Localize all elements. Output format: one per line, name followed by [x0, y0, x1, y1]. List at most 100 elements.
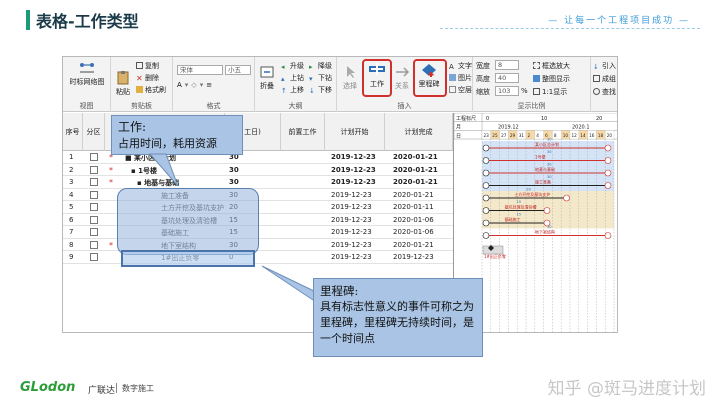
gantt-day-tick: 23: [484, 133, 490, 138]
gantt-end-node: [604, 144, 612, 152]
layer-icon: [449, 86, 456, 93]
fold-label: 折叠: [260, 82, 274, 90]
group-icon: [593, 75, 600, 82]
row-checkbox[interactable]: [90, 190, 98, 199]
network-diagram-icon: [80, 63, 94, 73]
col-header-no[interactable]: 序号: [63, 113, 83, 151]
gantt-milestone-label: 1#出正负零: [484, 253, 506, 259]
task-finish: 2020-01-21: [393, 153, 438, 161]
gantt-scale-tick: 10: [541, 116, 547, 122]
delete-button[interactable]: ✕ 删除: [136, 73, 159, 83]
slide-title: 表格-工作类型: [36, 12, 139, 31]
table-row[interactable]: 2 * ▪ 1号楼 30 2019-12-23 2020-01-21: [63, 164, 453, 176]
col-header-predecessor[interactable]: 前置工作: [281, 113, 325, 151]
fit-display-button[interactable]: 整图显示: [533, 74, 570, 84]
one-to-one-button[interactable]: 1:1显示: [533, 87, 567, 97]
row-checkbox[interactable]: [90, 240, 98, 249]
move-down-button[interactable]: ↓ 下移: [309, 85, 332, 95]
col-header-finish[interactable]: 计划完成: [385, 113, 453, 151]
gantt-end-node: [604, 157, 612, 164]
relation-button[interactable]: 关系: [393, 65, 411, 91]
task-finish: 2020-01-06: [393, 228, 434, 236]
gantt-row-label: 月: [456, 125, 461, 131]
import-button[interactable]: ↓ 引入: [593, 61, 616, 71]
insert-image-label: 图片: [458, 74, 472, 82]
gantt-bar-label: 地基与基础: [535, 166, 555, 172]
fold-button[interactable]: 折叠: [257, 65, 277, 91]
row-checkbox[interactable]: [90, 215, 98, 224]
font-size-select[interactable]: 小五: [225, 65, 251, 75]
task-duration: 30: [229, 178, 239, 186]
height-spinner[interactable]: 40: [495, 73, 519, 83]
gantt-bar-label: 1号楼: [535, 154, 546, 160]
work-callout-text: 占用时间，耗用资源: [118, 137, 217, 150]
font-name-select[interactable]: 宋体: [177, 65, 223, 75]
one-to-one-label: 1:1显示: [542, 88, 568, 96]
text-icon: A: [449, 63, 454, 71]
cursor-icon: [347, 66, 355, 78]
task-start: 2019-12-23: [331, 190, 372, 199]
row-checkbox[interactable]: [90, 203, 98, 211]
upgrade-button[interactable]: ◂ 升级: [281, 61, 304, 71]
row-number: 7: [69, 228, 74, 236]
frame-zoom-button[interactable]: 框选放大: [533, 61, 570, 71]
group-label-format: 格式: [206, 102, 221, 110]
move-up-button[interactable]: ↑ 上移: [281, 85, 304, 95]
text-style-buttons[interactable]: A▾◇▾≡: [177, 81, 215, 89]
row-checkbox[interactable]: [90, 228, 98, 236]
row-number: 2: [69, 165, 74, 174]
slogan: — 让每一个工程项目成功 —: [548, 16, 690, 26]
brand-subtitle: 数字施工: [122, 384, 154, 393]
task-name: ▪ 地基与基础: [137, 179, 180, 187]
format-brush-label: 格式刷: [145, 86, 166, 94]
downgrade-button[interactable]: ▸ 降级: [309, 61, 332, 71]
copy-icon: [136, 62, 143, 69]
paste-button[interactable]: 粘贴: [113, 71, 133, 97]
table-row[interactable]: 3 * ▪ 地基与基础 30 2019-12-23 2020-01-21: [63, 176, 453, 189]
format-brush-button[interactable]: 格式刷: [136, 85, 166, 95]
delete-label: 删除: [145, 74, 159, 82]
milestone-highlight-frame: [413, 59, 447, 97]
row-checkbox[interactable]: [90, 153, 98, 161]
gantt-bar-duration: 20: [526, 188, 531, 192]
ribbon-group-zoom: 宽度 8 高度 40 缩放 103 % 框选放大 整图显示 1:1显示 显示比例: [473, 57, 591, 112]
gantt-day-tick: 4: [536, 133, 539, 138]
drill-down-button[interactable]: ▾ 下钻: [309, 73, 332, 83]
row-number: 1: [69, 153, 74, 161]
zoom-unit: %: [521, 87, 528, 95]
col-header-zone[interactable]: 分区: [83, 113, 105, 151]
insert-text-button[interactable]: A 文字: [449, 61, 472, 71]
ribbon-group-format: 宋体 小五 A▾◇▾≡ 格式: [173, 57, 255, 112]
drill-up-button[interactable]: ▴ 上钻: [281, 73, 304, 83]
gantt-day-tick: 10: [563, 133, 569, 138]
gantt-bar-duration: 30: [547, 138, 552, 142]
insert-empty-layer-button[interactable]: 空层: [449, 85, 472, 95]
group-label-view: 视图: [79, 102, 94, 110]
gantt-day-tick: 31: [519, 133, 525, 138]
brand-logo-cn: 广联达: [88, 386, 116, 396]
task-start: 2019-12-23: [331, 240, 372, 249]
timescale-network-button[interactable]: 时标网络图: [67, 61, 107, 87]
task-finish: 2020-01-06: [393, 215, 434, 224]
copy-button[interactable]: 复制: [136, 61, 159, 71]
task-start: 2019-12-23: [331, 228, 372, 236]
select-button[interactable]: 选择: [339, 65, 361, 91]
width-label: 宽度: [476, 62, 490, 70]
find-button[interactable]: 查找: [593, 87, 616, 97]
row-checkbox[interactable]: [90, 165, 98, 174]
group-label-zoom: 显示比例: [517, 102, 546, 110]
insert-image-button[interactable]: 图片: [449, 73, 472, 83]
row-checkbox[interactable]: [90, 253, 98, 261]
col-header-start[interactable]: 计划开始: [325, 113, 385, 151]
group-button[interactable]: 成组: [593, 74, 616, 84]
insert-text-label: 文字: [458, 62, 472, 70]
row-checkbox[interactable]: [90, 178, 98, 186]
gantt-day-tick: 14: [580, 133, 586, 138]
gantt-bar-duration: 15: [517, 213, 522, 217]
zoom-spinner[interactable]: 103: [495, 86, 519, 96]
gantt-start-node: [482, 157, 490, 164]
relation-icon: [396, 67, 410, 77]
gantt-start-node: [482, 169, 490, 177]
fold-icon: [260, 66, 274, 78]
width-spinner[interactable]: 8: [495, 60, 519, 70]
